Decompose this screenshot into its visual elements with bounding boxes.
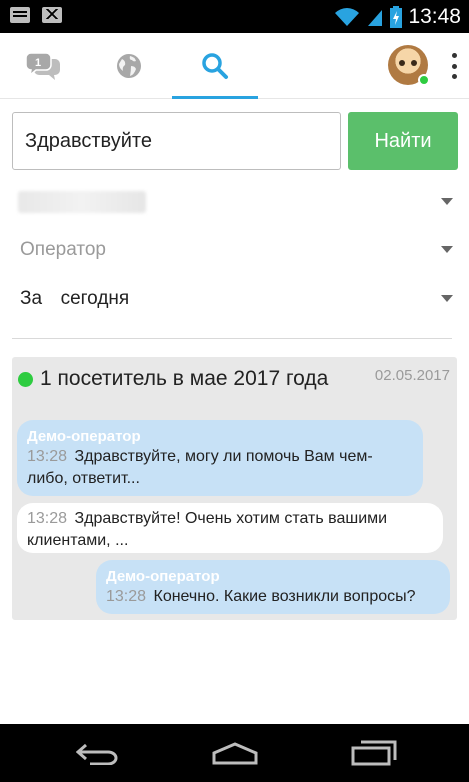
online-status-dot (18, 371, 33, 387)
period-filter-dropdown[interactable]: За сегодня (12, 279, 457, 319)
search-icon (202, 53, 228, 79)
chevron-down-icon (441, 198, 453, 205)
status-bar: 13:48 (0, 0, 469, 33)
site-filter-dropdown[interactable] (12, 182, 457, 222)
gmail-icon (42, 7, 62, 23)
message-author: Демо-оператор (27, 428, 141, 445)
online-status-dot (418, 74, 430, 86)
chats-badge: 1 (35, 57, 41, 69)
chats-icon: 1 (25, 52, 60, 80)
avatar-eye (411, 60, 417, 66)
message-time: 13:28 (106, 588, 147, 605)
back-icon (76, 743, 118, 765)
message-author: Демо-оператор (106, 568, 220, 585)
message-bubble: 13:28 Здравствуйте! Очень хотим стать ва… (17, 503, 443, 553)
result-title: 1 посетитель в мае 2017 года (40, 367, 329, 390)
message-time: 13:28 (27, 448, 68, 465)
site-filter-value (18, 191, 146, 213)
divider (12, 338, 452, 339)
message-body: 13:28 Конечно. Какие возникли вопросы? (106, 586, 440, 608)
operator-filter-dropdown[interactable]: Оператор (12, 230, 457, 270)
operator-avatar[interactable] (388, 45, 430, 86)
system-icons: 13:48 (334, 2, 461, 32)
search-input[interactable] (12, 112, 341, 170)
battery-charging-icon (390, 6, 403, 28)
globe-icon (117, 54, 141, 78)
chevron-down-icon (441, 295, 453, 302)
search-button[interactable]: Найти (348, 112, 458, 170)
message-text: Здравствуйте, могу ли помочь Вам чем-либ… (27, 448, 373, 487)
message-bubble: Демо-оператор 13:28 Здравствуйте, могу л… (17, 420, 423, 496)
message-icon (10, 7, 30, 23)
search-result-card[interactable]: 1 посетитель в мае 2017 года 02.05.2017 … (12, 357, 457, 620)
chevron-down-icon (441, 246, 453, 253)
home-button[interactable] (205, 736, 265, 770)
home-icon (212, 742, 258, 765)
message-text: Конечно. Какие возникли вопросы? (153, 588, 416, 605)
top-tab-bar: 1 (0, 33, 469, 99)
wifi-icon (335, 8, 360, 26)
back-button[interactable] (68, 736, 128, 770)
avatar-eye (399, 60, 405, 66)
active-tab-indicator (172, 96, 258, 99)
tab-chats[interactable]: 1 (0, 33, 86, 99)
message-bubble: Демо-оператор 13:28 Конечно. Какие возни… (96, 560, 450, 614)
recent-apps-button[interactable] (344, 736, 404, 770)
message-text: Здравствуйте! Очень хотим стать вашими к… (27, 510, 388, 549)
navigation-bar (0, 724, 469, 782)
message-time: 13:28 (27, 510, 68, 527)
operator-filter-label: Оператор (20, 239, 106, 260)
result-date: 02.05.2017 (374, 367, 450, 384)
message-body: 13:28 Здравствуйте, могу ли помочь Вам ч… (27, 446, 413, 490)
tab-globe[interactable] (86, 33, 172, 99)
notification-icons (10, 7, 62, 23)
signal-icon (368, 10, 383, 26)
message-body: 13:28 Здравствуйте! Очень хотим стать ва… (27, 508, 433, 552)
tab-search[interactable] (172, 33, 258, 99)
result-header: 1 посетитель в мае 2017 года (18, 367, 328, 391)
clock: 13:48 (408, 5, 461, 28)
recent-apps-icon (351, 740, 397, 766)
period-filter-label: За сегодня (20, 288, 130, 309)
overflow-menu-icon[interactable] (444, 51, 464, 81)
